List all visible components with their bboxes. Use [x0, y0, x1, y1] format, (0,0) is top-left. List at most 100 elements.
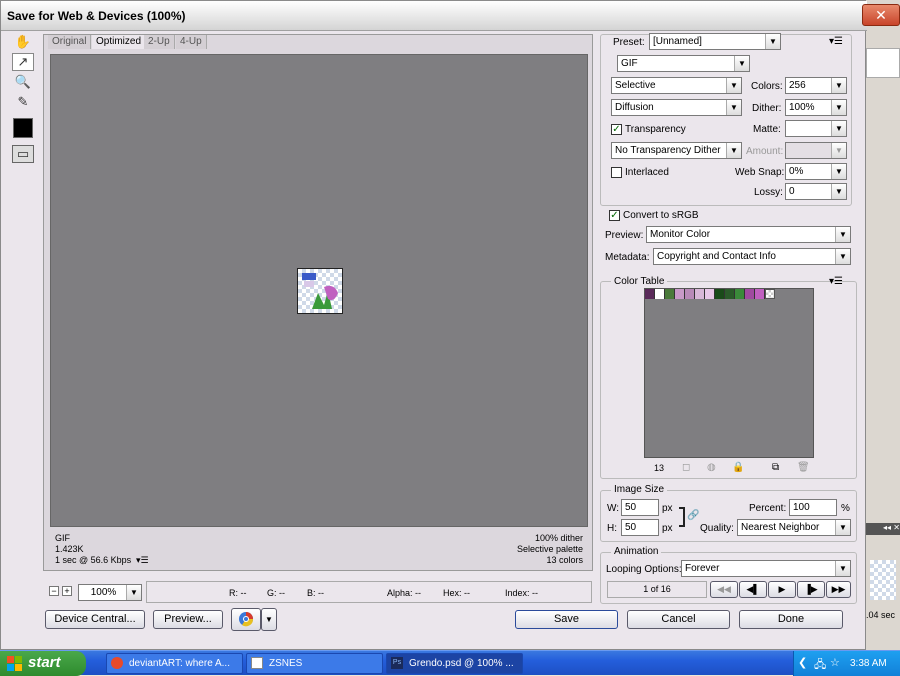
- image-canvas[interactable]: [50, 54, 588, 527]
- close-button[interactable]: ✕: [862, 4, 900, 26]
- zoom-select[interactable]: 100% ▼: [78, 584, 142, 601]
- amount-label: Amount:: [746, 146, 784, 157]
- color-table-menu-icon[interactable]: ▾☰: [829, 276, 843, 287]
- taskbar-item-zsnes[interactable]: ZSNES: [246, 653, 383, 674]
- tab-2-up[interactable]: 2-Up: [144, 35, 175, 49]
- tray-expand-icon[interactable]: ❮: [798, 656, 807, 669]
- color-swatch[interactable]: [695, 289, 705, 299]
- frame-counter: 1 of 16: [607, 581, 707, 598]
- download-speed-menu-icon[interactable]: ▾☰: [136, 555, 149, 566]
- color-swatch[interactable]: [755, 289, 765, 299]
- info-dither: 100% dither: [534, 533, 583, 543]
- map-transparent-icon[interactable]: ◻: [682, 462, 690, 473]
- tab-original[interactable]: Original: [48, 35, 92, 49]
- color-table[interactable]: [644, 288, 814, 458]
- status-b: B: --: [307, 588, 324, 598]
- taskbar-item-photoshop[interactable]: Grendo.psd @ 100% ...: [386, 653, 523, 674]
- browser-select-chevron-icon[interactable]: ▼: [261, 608, 277, 631]
- color-swatch[interactable]: [705, 289, 715, 299]
- zoom-value: 100%: [90, 587, 117, 598]
- first-frame-button[interactable]: ◀◀: [710, 581, 738, 598]
- tab-4-up[interactable]: 4-Up: [176, 35, 207, 49]
- transparency-dither-select[interactable]: No Transparency Dither ▼: [611, 142, 742, 159]
- height-input[interactable]: 50: [621, 519, 659, 536]
- start-label: start: [28, 654, 61, 671]
- done-button[interactable]: Done: [739, 610, 843, 629]
- color-swatch[interactable]: [715, 289, 725, 299]
- chain-link-icon[interactable]: 🔗: [687, 510, 699, 521]
- star-icon[interactable]: ☆: [830, 656, 840, 669]
- preset-select[interactable]: [Unnamed] ▼: [649, 33, 781, 50]
- chevron-down-icon: ▼: [835, 561, 850, 576]
- preset-label: Preset:: [613, 37, 645, 48]
- transparency-label: Transparency: [625, 124, 686, 135]
- color-swatch[interactable]: [675, 289, 685, 299]
- last-frame-button[interactable]: ▶▶: [826, 581, 851, 598]
- preview-select[interactable]: Monitor Color ▼: [646, 226, 851, 243]
- color-swatch[interactable]: [765, 289, 775, 299]
- width-unit: px: [662, 503, 673, 514]
- previous-frame-button[interactable]: ◀▌: [739, 581, 767, 598]
- play-button[interactable]: ▶: [768, 581, 796, 598]
- convert-srgb-checkbox[interactable]: ✓: [609, 210, 620, 221]
- next-frame-button[interactable]: ▐▶: [797, 581, 825, 598]
- color-reduction-select[interactable]: Selective ▼: [611, 77, 742, 94]
- eyedropper-tool-icon[interactable]: ✎: [12, 93, 34, 111]
- lock-color-icon[interactable]: 🔒: [732, 462, 744, 473]
- chevron-down-icon: ▼: [831, 100, 846, 115]
- quality-select[interactable]: Nearest Neighbor ▼: [737, 519, 851, 536]
- looping-label: Looping Options:: [606, 564, 682, 575]
- save-button[interactable]: Save: [515, 610, 618, 629]
- dither-amount-select[interactable]: 100% ▼: [785, 99, 847, 116]
- dither-algorithm-select[interactable]: Diffusion ▼: [611, 99, 742, 116]
- looping-value: Forever: [685, 563, 720, 574]
- info-palette: Selective palette: [516, 544, 583, 554]
- matte-select[interactable]: ▼: [785, 120, 847, 137]
- zoom-in-button[interactable]: +: [62, 586, 72, 596]
- color-swatch[interactable]: [685, 289, 695, 299]
- zoom-tool-icon[interactable]: 🔍: [12, 73, 34, 91]
- browser-preview-icon[interactable]: [231, 608, 261, 631]
- file-format-value: GIF: [621, 58, 638, 69]
- web-shift-icon[interactable]: ◍: [707, 462, 716, 473]
- new-color-icon[interactable]: ⧉: [772, 462, 779, 473]
- transparency-checkbox[interactable]: ✓: [611, 124, 622, 135]
- width-input[interactable]: 50: [621, 499, 659, 516]
- slice-select-tool-icon[interactable]: ↗: [12, 53, 34, 71]
- preview-button[interactable]: Preview...: [153, 610, 223, 629]
- chevron-down-icon: ▼: [835, 249, 850, 264]
- trash-icon[interactable]: 🗑: [797, 462, 810, 473]
- color-swatch[interactable]: [735, 289, 745, 299]
- color-swatch[interactable]: [665, 289, 675, 299]
- width-label: W:: [607, 503, 620, 514]
- hand-tool-icon[interactable]: ✋: [12, 33, 34, 51]
- web-snap-select[interactable]: 0% ▼: [785, 163, 847, 180]
- taskbar-item-browser[interactable]: deviantART: where A...: [106, 653, 243, 674]
- eyedropper-color-swatch[interactable]: [13, 118, 33, 138]
- looping-select[interactable]: Forever ▼: [681, 560, 851, 577]
- tab-optimized[interactable]: Optimized: [92, 35, 147, 49]
- color-swatch[interactable]: [745, 289, 755, 299]
- windows-logo-icon: [7, 656, 23, 672]
- metadata-value: Copyright and Contact Info: [657, 251, 776, 262]
- colors-select[interactable]: 256 ▼: [785, 77, 847, 94]
- toggle-slices-icon[interactable]: ▭: [12, 145, 34, 163]
- height-label: H:: [607, 523, 617, 534]
- zoom-out-button[interactable]: −: [49, 586, 59, 596]
- color-swatch[interactable]: [645, 289, 655, 299]
- interlaced-checkbox[interactable]: [611, 167, 622, 178]
- transparency-dither-value: No Transparency Dither: [615, 145, 721, 156]
- file-format-select[interactable]: GIF ▼: [617, 55, 750, 72]
- color-swatch[interactable]: [725, 289, 735, 299]
- taskbar-item-label: Grendo.psd @ 100% ...: [409, 658, 514, 669]
- chevron-down-icon: ▼: [726, 143, 741, 158]
- optimize-menu-icon[interactable]: ▾☰: [829, 36, 843, 47]
- network-icon[interactable]: 🖧: [814, 656, 826, 675]
- device-central-button[interactable]: Device Central...: [45, 610, 145, 629]
- percent-input[interactable]: 100: [789, 499, 837, 516]
- metadata-select[interactable]: Copyright and Contact Info ▼: [653, 248, 851, 265]
- interlaced-label: Interlaced: [625, 167, 669, 178]
- lossy-select[interactable]: 0 ▼: [785, 183, 847, 200]
- cancel-button[interactable]: Cancel: [627, 610, 730, 629]
- color-swatch[interactable]: [655, 289, 665, 299]
